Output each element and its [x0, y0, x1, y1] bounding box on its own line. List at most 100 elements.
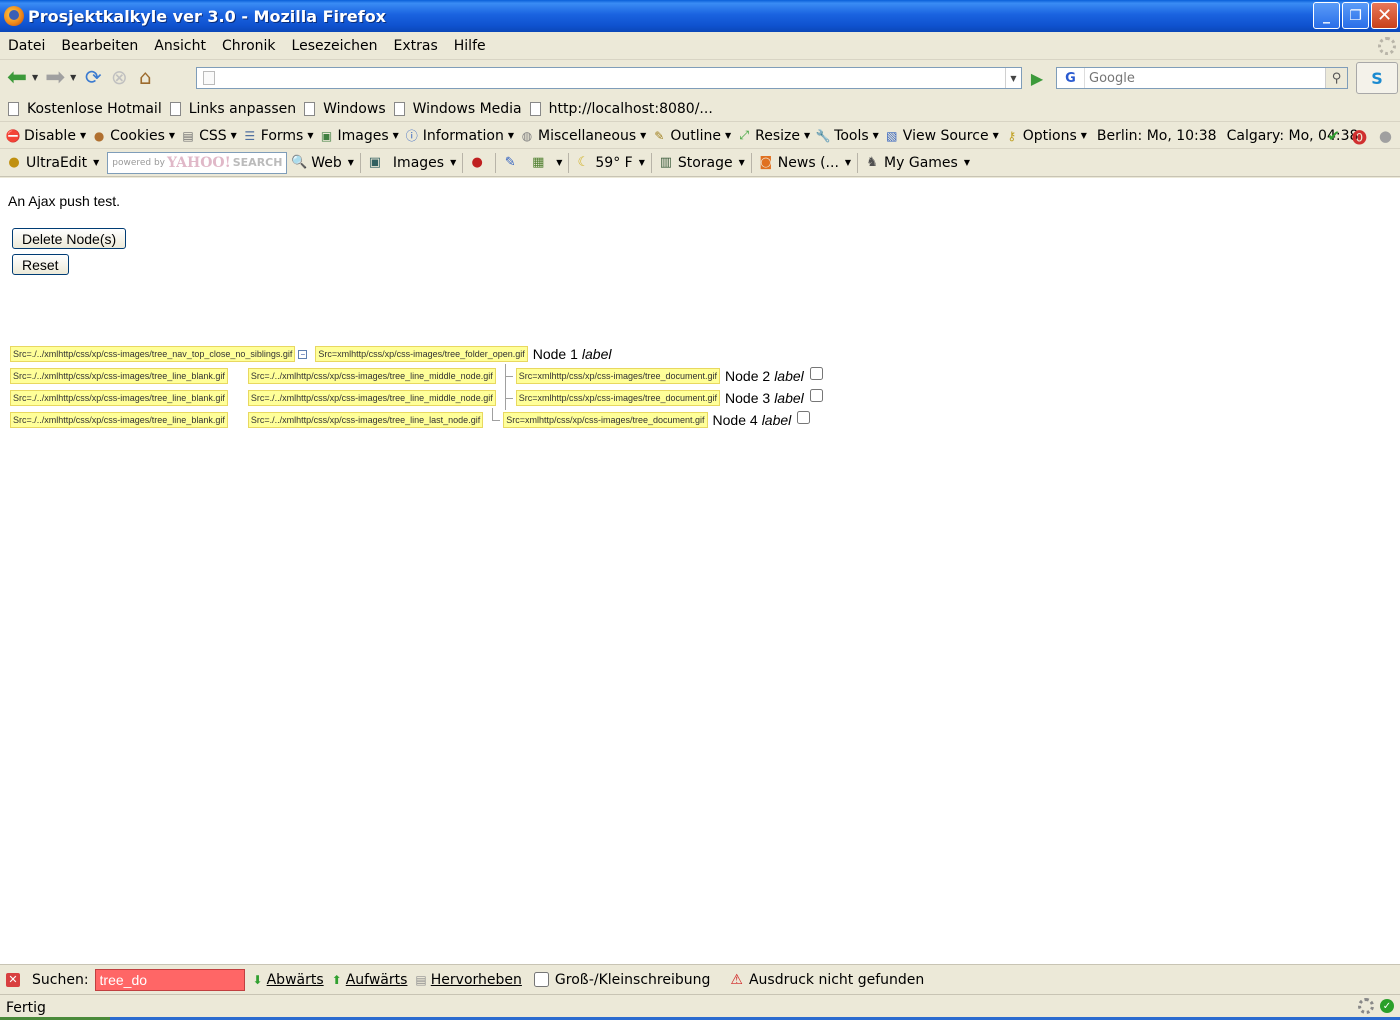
- web-developer-toolbar: ⛔ Disable ▼ ● Cookies ▼ ▤ CSS ▼ ☰ Forms ▼ ▣ Image…: [0, 123, 1400, 149]
- dev-outline[interactable]: ✎ Outline ▼: [652, 128, 731, 144]
- menu-bearbeiten[interactable]: Bearbeiten: [53, 38, 146, 54]
- separator: [462, 152, 464, 173]
- match-case-checkbox[interactable]: [533, 972, 549, 987]
- dev-miscellaneous[interactable]: ◍ Miscellaneous ▼: [520, 128, 647, 144]
- yahoo-search-input[interactable]: powered by YAHOO! SEARCH: [107, 151, 288, 174]
- search-input[interactable]: [1089, 70, 1325, 86]
- go-arrow-icon[interactable]: ▶: [1026, 67, 1048, 89]
- home-icon[interactable]: ⌂: [132, 64, 158, 90]
- node-label[interactable]: Node 4: [713, 412, 758, 428]
- dev-cookies[interactable]: ● Cookies ▼: [92, 128, 175, 144]
- menu-lesezeichen[interactable]: Lesezeichen: [284, 38, 386, 54]
- yahoo-web-search[interactable]: 🔍 Web ▼: [291, 155, 354, 171]
- separator: [359, 152, 361, 173]
- url-input[interactable]: [221, 69, 1005, 87]
- minimize-button[interactable]: _: [1313, 2, 1340, 29]
- node-label[interactable]: Node 3: [725, 390, 770, 406]
- dev-images[interactable]: ▣ Images ▼: [320, 128, 399, 144]
- maximize-button[interactable]: ❐: [1342, 2, 1369, 29]
- bookmark-icon: ▦: [532, 155, 545, 170]
- window-title: Prosjektkalkyle ver 3.0 - Mozilla Firefo…: [28, 6, 386, 26]
- node-checkbox[interactable]: [809, 388, 823, 402]
- menu-datei[interactable]: Datei: [0, 38, 53, 54]
- dev-css[interactable]: ▤ CSS ▼: [181, 128, 236, 144]
- bookmark-windows-media[interactable]: Windows Media: [393, 101, 522, 117]
- checkmark-icon[interactable]: ✓: [1380, 999, 1394, 1013]
- dev-information[interactable]: ⓘ Information ▼: [405, 128, 514, 144]
- separator: [568, 152, 570, 173]
- intro-text: An Ajax push test.: [8, 193, 121, 209]
- dev-tools[interactable]: 🔧 Tools ▼: [816, 128, 879, 144]
- dev-disable[interactable]: ⛔ Disable ▼: [5, 128, 87, 144]
- find-next-button[interactable]: ⬇ Abwärts: [253, 972, 324, 988]
- highlight-button[interactable]: ▤ Hervorheben: [415, 972, 521, 988]
- shield-icon: ●: [471, 155, 483, 170]
- yahoo-games[interactable]: ♞ My Games ▼: [864, 155, 970, 171]
- yahoo-images[interactable]: ▣ Images ▼: [367, 155, 456, 171]
- yahoo-bookmarks[interactable]: ▦ ▼: [530, 155, 562, 171]
- disable-icon: ⛔: [5, 128, 21, 143]
- firefox-icon: [4, 6, 24, 26]
- find-input[interactable]: [94, 968, 245, 991]
- back-arrow-icon[interactable]: ⬅: [4, 63, 30, 91]
- clock-berlin: Berlin: Mo, 10:38: [1096, 127, 1217, 144]
- checkmark-icon[interactable]: ✔: [1327, 127, 1340, 148]
- separator: [857, 152, 859, 173]
- bookmark-label: Links anpassen: [188, 100, 297, 117]
- image-alt-tag: Src=xmlhttp/css/xp/css-images/tree_docum…: [515, 390, 721, 406]
- bookmark-localhost[interactable]: http://localhost:8080/...: [529, 101, 713, 117]
- collapse-icon[interactable]: −: [298, 349, 308, 359]
- menu-hilfe[interactable]: Hilfe: [446, 38, 494, 54]
- yahoo-weather[interactable]: ☾ 59° F ▼: [575, 155, 645, 171]
- reload-icon[interactable]: ⟳: [80, 64, 106, 90]
- ultraedit-menu[interactable]: ● UltraEdit ▼: [6, 155, 99, 171]
- node-checkbox[interactable]: [797, 410, 811, 424]
- image-alt-tag: Src=./../xmlhttp/css/xp/css-images/tree_…: [10, 412, 228, 428]
- node-label[interactable]: Node 1: [533, 346, 578, 362]
- menu-chronik[interactable]: Chronik: [214, 38, 284, 54]
- bookmark-links[interactable]: Links anpassen: [169, 100, 297, 117]
- error-icon[interactable]: ⓿: [1352, 127, 1367, 148]
- chevron-down-icon: ▼: [963, 158, 970, 167]
- forms-icon: ☰: [244, 128, 256, 143]
- menu-ansicht[interactable]: Ansicht: [146, 38, 214, 54]
- skype-icon[interactable]: S: [1356, 62, 1398, 94]
- yahoo-news[interactable]: ◙ News (... ▼: [758, 155, 851, 171]
- yahoo-antispy[interactable]: ●: [469, 155, 489, 171]
- reset-button[interactable]: Reset: [12, 254, 69, 275]
- close-icon[interactable]: ✕: [6, 972, 20, 987]
- node-checkbox[interactable]: [809, 366, 823, 380]
- pencil-icon: ✎: [654, 128, 665, 143]
- menu-extras[interactable]: Extras: [386, 38, 446, 54]
- url-bar: ▼: [196, 67, 1022, 89]
- back-dropdown-icon[interactable]: ▼: [32, 73, 38, 82]
- image-alt-tag: Src=./../xmlhttp/css/xp/css-images/tree_…: [247, 390, 496, 406]
- google-engine-icon[interactable]: G: [1057, 68, 1085, 88]
- find-previous-button[interactable]: ⬆ Aufwärts: [332, 972, 408, 988]
- bookmark-hotmail[interactable]: Kostenlose Hotmail: [8, 101, 162, 117]
- dev-resize[interactable]: ⤢ Resize ▼: [737, 128, 810, 144]
- dev-view-source[interactable]: ▧ View Source ▼: [885, 128, 999, 144]
- yahoo-pen[interactable]: ✎: [502, 155, 522, 171]
- chevron-down-icon: ▼: [556, 158, 563, 167]
- page-content: An Ajax push test. Delete Node(s) Reset …: [0, 178, 1400, 964]
- bookmark-windows[interactable]: Windows: [304, 101, 386, 117]
- node-label[interactable]: Node 2: [725, 368, 770, 384]
- tree-line-middle: [500, 386, 513, 410]
- close-button[interactable]: ✕: [1371, 2, 1398, 29]
- magnifier-icon[interactable]: ⚲: [1325, 68, 1347, 88]
- image-alt-tag: Src=./../xmlhttp/css/xp/css-images/tree_…: [10, 346, 296, 362]
- stop-icon[interactable]: ⊗: [106, 64, 132, 90]
- delete-nodes-button[interactable]: Delete Node(s): [12, 228, 127, 249]
- disabled-status-icon[interactable]: ●: [1379, 127, 1392, 148]
- forward-arrow-icon[interactable]: ➡: [42, 63, 68, 91]
- tree-row-node-4: Src=./../xmlhttp/css/xp/css-images/tree_…: [10, 408, 811, 430]
- dev-forms[interactable]: ☰ Forms ▼: [243, 128, 313, 144]
- dev-options[interactable]: ⚷ Options ▼: [1005, 128, 1087, 144]
- chevron-down-icon: ▼: [93, 158, 100, 167]
- forward-dropdown-icon[interactable]: ▼: [70, 73, 76, 82]
- url-dropdown-icon[interactable]: ▼: [1005, 68, 1021, 88]
- tree-row-node-1: Src=./../xmlhttp/css/xp/css-images/tree_…: [10, 344, 611, 364]
- yahoo-storage[interactable]: ▥ Storage ▼: [658, 155, 745, 171]
- gear-icon[interactable]: [1358, 998, 1374, 1014]
